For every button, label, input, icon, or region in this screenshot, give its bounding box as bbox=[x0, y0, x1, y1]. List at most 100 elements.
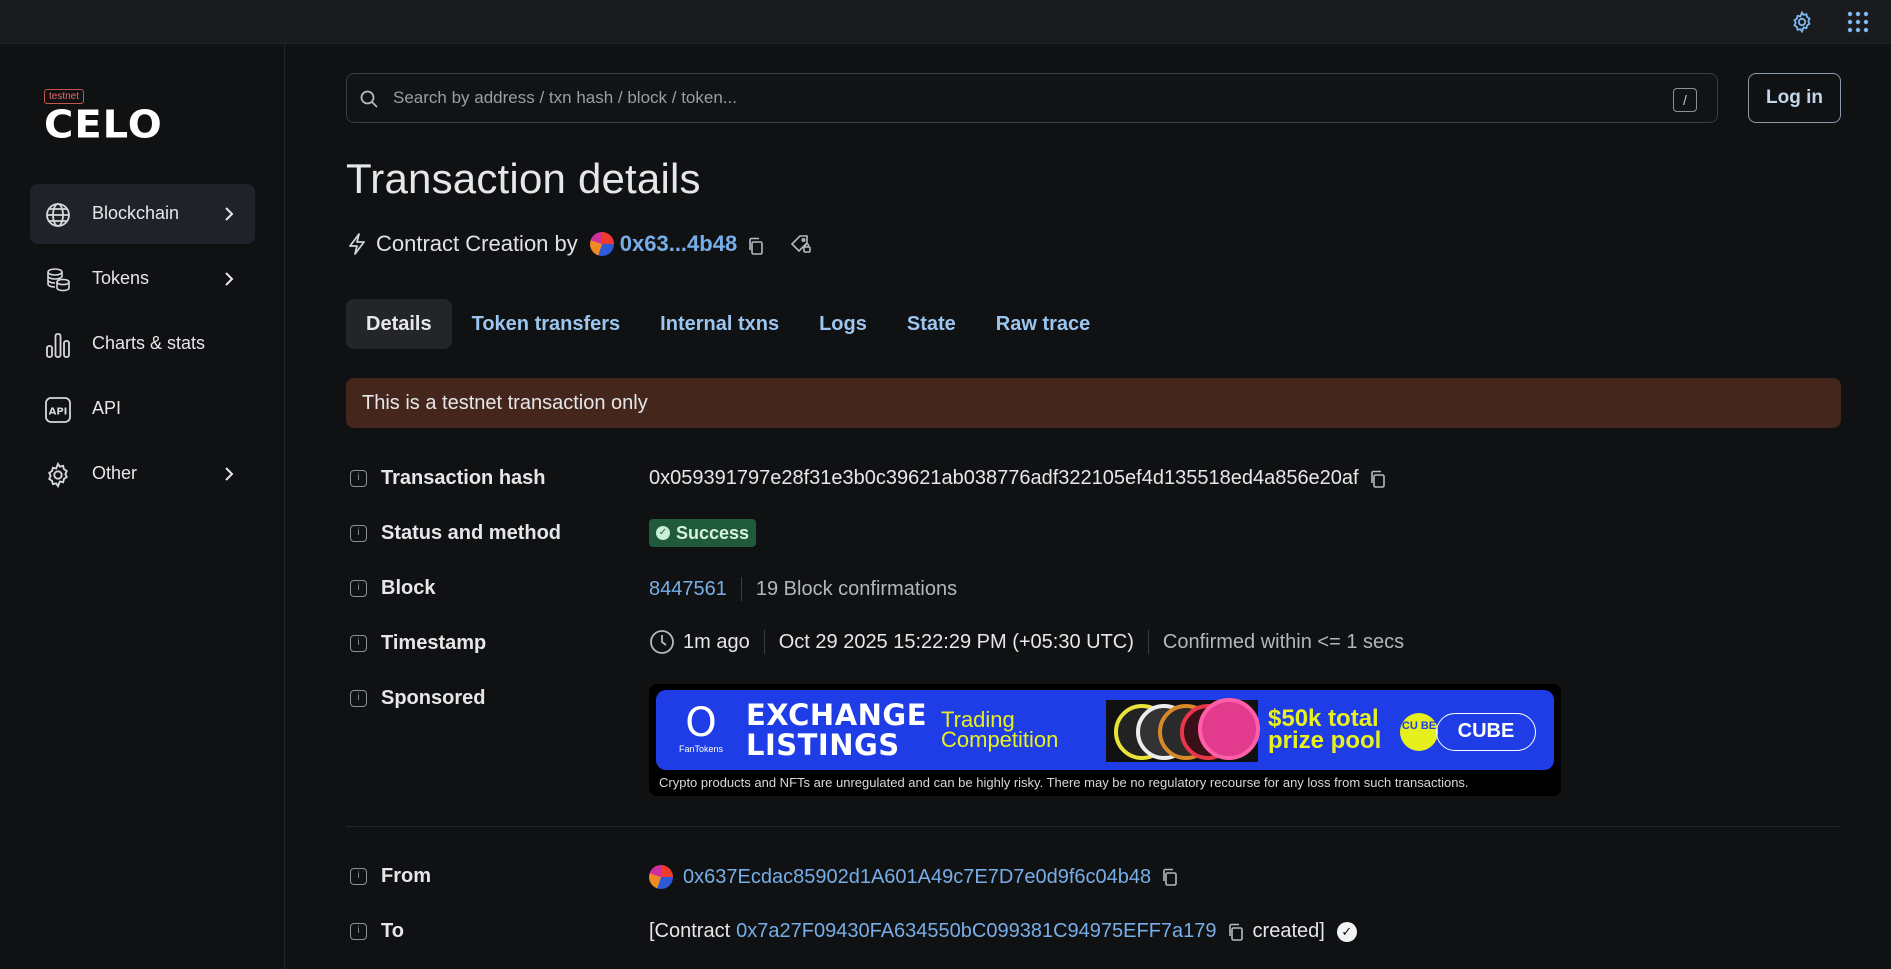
row-block: i Block 8447561 19 Block confirmations bbox=[346, 574, 1841, 604]
chevron-right-icon bbox=[219, 464, 239, 484]
globe-icon bbox=[44, 201, 72, 229]
info-icon[interactable]: i bbox=[350, 868, 367, 885]
section-divider bbox=[346, 826, 1841, 827]
check-circle-icon: ✓ bbox=[656, 526, 670, 540]
timestamp-ago: 1m ago bbox=[683, 630, 750, 653]
sidebar-item-label: Charts & stats bbox=[92, 333, 206, 353]
chevron-right-icon bbox=[219, 204, 239, 224]
page-title: Transaction details bbox=[346, 155, 701, 202]
ad-disclaimer: Crypto products and NFTs are unregulated… bbox=[659, 775, 1469, 790]
sidebar-item-other[interactable]: Other bbox=[30, 444, 255, 504]
search-bar: / bbox=[346, 73, 1718, 123]
to-prefix: [Contract bbox=[649, 920, 731, 942]
row-transaction-hash: i Transaction hash 0x059391797e28f31e3b0… bbox=[346, 464, 1841, 494]
testnet-badge: testnet bbox=[44, 89, 85, 104]
cube-logo: CU BE bbox=[1400, 713, 1438, 751]
row-value: 0x059391797e28f31e3b0c39621ab038776adf32… bbox=[649, 467, 1387, 490]
search-shortcut-hint: / bbox=[1673, 88, 1697, 112]
sidebar-item-tokens[interactable]: Tokens bbox=[30, 249, 255, 309]
tab-token-transfers[interactable]: Token transfers bbox=[452, 299, 641, 349]
row-label: Timestamp bbox=[381, 632, 487, 654]
info-icon[interactable]: i bbox=[350, 525, 367, 542]
banner-ad[interactable]: O FanTokens EXCHANGE LISTINGS Trading Co… bbox=[656, 690, 1554, 770]
tab-raw-trace[interactable]: Raw trace bbox=[976, 299, 1111, 349]
timestamp-date: Oct 29 2025 15:22:29 PM (+05:30 UTC) bbox=[778, 630, 1134, 653]
clock-icon bbox=[649, 629, 675, 655]
subtitle-prefix: Contract Creation by bbox=[376, 231, 578, 256]
contract-address-link[interactable]: 0x7a27F09430FA634550bC099381C94975EFF7a1… bbox=[736, 920, 1216, 943]
tab-logs[interactable]: Logs bbox=[799, 299, 887, 349]
row-value: 1m ago Oct 29 2025 15:22:29 PM (+05:30 U… bbox=[649, 629, 1404, 655]
top-bar bbox=[0, 0, 1891, 44]
block-number-link[interactable]: 8447561 bbox=[649, 578, 727, 601]
banner-headline: EXCHANGE LISTINGS bbox=[746, 700, 927, 760]
verified-check-icon: ✓ bbox=[1336, 921, 1357, 942]
tagline-line-2: Competition bbox=[941, 727, 1059, 752]
row-label: Sponsored bbox=[381, 687, 486, 709]
login-button[interactable]: Log in bbox=[1748, 73, 1841, 123]
grid-icon[interactable] bbox=[1846, 10, 1870, 34]
sidebar-item-charts-stats[interactable]: Charts & stats bbox=[30, 314, 255, 374]
sponsored-banner[interactable]: O FanTokens EXCHANGE LISTINGS Trading Co… bbox=[649, 684, 1561, 796]
fantokens-logo: O FanTokens bbox=[666, 702, 736, 754]
headline-line-2: LISTINGS bbox=[746, 728, 900, 762]
row-label: Transaction hash bbox=[381, 467, 546, 489]
transaction-hash: 0x059391797e28f31e3b0c39621ab038776adf32… bbox=[649, 467, 1359, 489]
bar-chart-icon bbox=[44, 331, 72, 359]
tab-internal-txns[interactable]: Internal txns bbox=[640, 299, 799, 349]
fan-token-coins-image bbox=[1106, 698, 1260, 762]
api-icon: API bbox=[44, 396, 72, 424]
cube-button[interactable]: CUBE bbox=[1436, 713, 1536, 751]
timestamp-confirmed: Confirmed within <= 1 secs bbox=[1162, 630, 1405, 653]
row-label: To bbox=[381, 920, 404, 942]
row-status-method: i Status and method ✓ Success bbox=[346, 519, 1841, 549]
testnet-alert: This is a testnet transaction only bbox=[346, 378, 1841, 428]
sidebar-item-blockchain[interactable]: Blockchain bbox=[30, 184, 255, 244]
tab-details[interactable]: Details bbox=[346, 299, 452, 349]
info-icon[interactable]: i bbox=[350, 580, 367, 597]
from-address-link[interactable]: 0x637Ecdac85902d1A601A49c7E7D7e0d9f6c04b… bbox=[683, 866, 1151, 889]
creator-address-link[interactable]: 0x63...4b48 bbox=[620, 231, 737, 257]
row-value: 0x637Ecdac85902d1A601A49c7E7D7e0d9f6c04b… bbox=[649, 865, 1179, 889]
copy-icon[interactable] bbox=[1227, 923, 1245, 941]
copy-icon[interactable] bbox=[747, 235, 765, 255]
row-label: Status and method bbox=[381, 522, 562, 544]
tab-state[interactable]: State bbox=[887, 299, 976, 349]
sidebar: testnet CELO Blockchain Tokens Charts & … bbox=[0, 44, 285, 969]
row-value: ✓ Success bbox=[649, 519, 757, 547]
info-icon[interactable]: i bbox=[350, 690, 367, 707]
fantokens-mark-icon: O bbox=[685, 700, 717, 746]
divider bbox=[763, 630, 765, 654]
private-tag-icon[interactable] bbox=[789, 232, 813, 256]
coin-icon bbox=[1198, 698, 1260, 760]
sidebar-item-label: API bbox=[92, 398, 122, 418]
sidebar-item-label: Other bbox=[92, 463, 138, 483]
divider bbox=[1147, 630, 1149, 654]
gear-icon[interactable] bbox=[1790, 10, 1814, 34]
to-suffix: created] bbox=[1252, 920, 1325, 942]
row-timestamp: i Timestamp 1m ago Oct 29 2025 15:22:29 … bbox=[346, 629, 1841, 659]
row-to: i To [Contract 0x7a27F09430FA634550bC099… bbox=[346, 917, 1841, 947]
chevron-right-icon bbox=[219, 269, 239, 289]
search-icon bbox=[359, 89, 379, 109]
row-value: [Contract 0x7a27F09430FA634550bC099381C9… bbox=[649, 920, 1357, 943]
row-value: 8447561 19 Block confirmations bbox=[649, 577, 957, 601]
info-icon[interactable]: i bbox=[350, 470, 367, 487]
divider bbox=[740, 577, 742, 601]
row-from: i From 0x637Ecdac85902d1A601A49c7E7D7e0d… bbox=[346, 862, 1841, 892]
row-label: From bbox=[381, 865, 431, 887]
logo[interactable]: testnet CELO bbox=[44, 86, 163, 144]
info-icon[interactable]: i bbox=[350, 635, 367, 652]
fantokens-label: FanTokens bbox=[678, 744, 724, 754]
copy-icon[interactable] bbox=[1161, 868, 1179, 886]
info-icon[interactable]: i bbox=[350, 923, 367, 940]
banner-tagline: Trading Competition bbox=[941, 709, 1059, 752]
copy-icon[interactable] bbox=[1369, 470, 1387, 488]
search-input[interactable] bbox=[393, 86, 1593, 110]
prize-line-2: prize pool bbox=[1268, 727, 1382, 754]
address-avatar bbox=[649, 865, 673, 889]
status-text: Success bbox=[676, 522, 750, 543]
block-confirmations: 19 Block confirmations bbox=[755, 577, 958, 600]
sidebar-item-api[interactable]: API API bbox=[30, 379, 255, 439]
coins-icon bbox=[44, 266, 72, 294]
